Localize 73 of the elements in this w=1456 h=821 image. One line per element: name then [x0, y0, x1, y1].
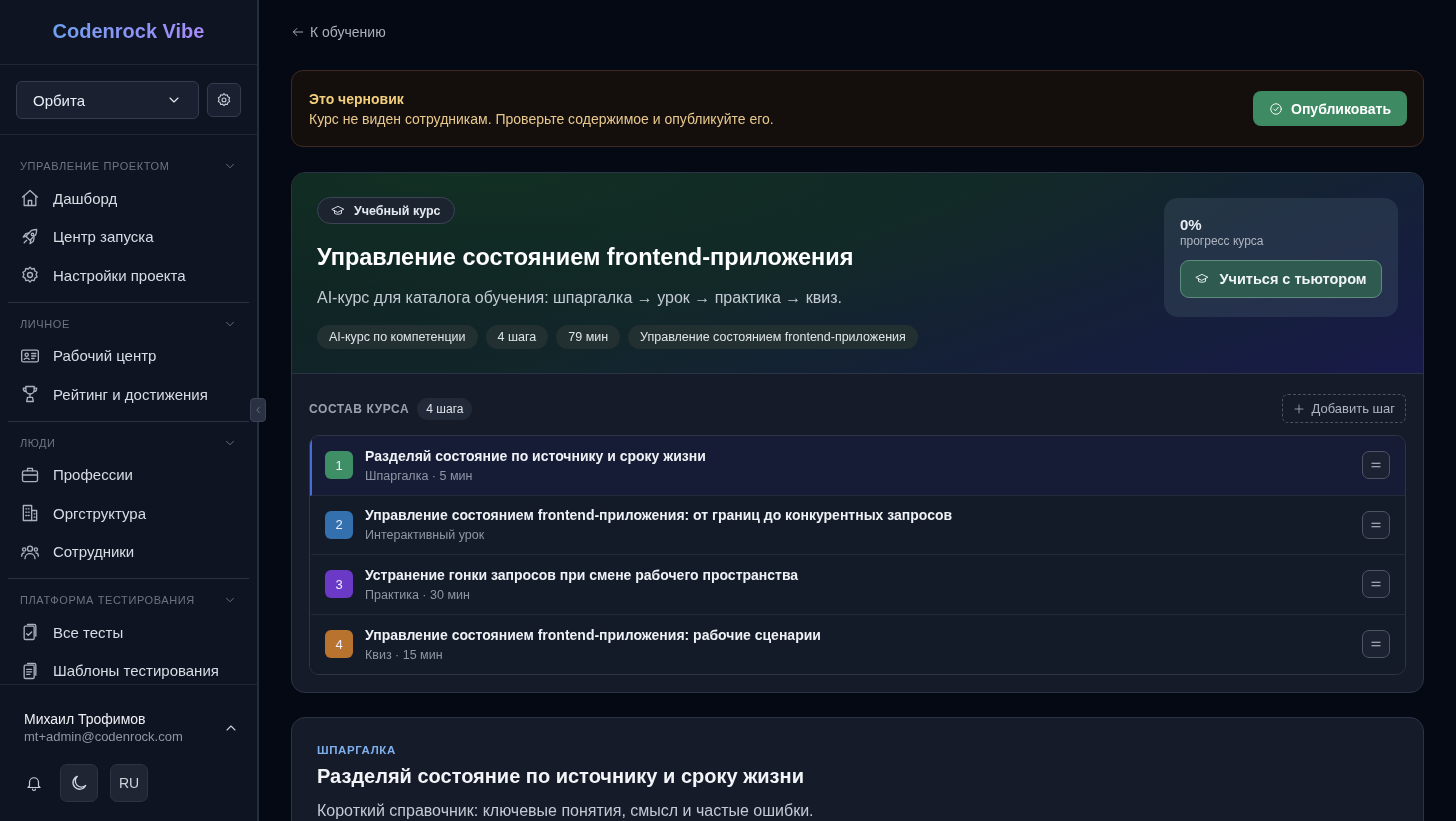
home-icon	[20, 188, 40, 209]
collapse-sidebar-button[interactable]	[250, 398, 266, 422]
nav-item[interactable]: Центр запуска	[8, 217, 249, 256]
step-meta: Практика · 30 мин	[365, 587, 471, 602]
banner-message: Курс не виден сотрудникам. Проверьте содержимое и опубликуйте его.	[309, 110, 774, 127]
course-tag: AI-курс по компетенции	[317, 325, 478, 349]
step-title: Устранение гонки запросов при смене рабочего пространства	[365, 566, 800, 583]
nav-item[interactable]: Все тесты	[8, 613, 249, 652]
progress-label: прогресс курса	[1180, 234, 1265, 248]
reorder-handle[interactable]	[1362, 510, 1390, 539]
section-header[interactable]: ПЛАТФОРМА ТЕСТИРОВАНИЯ	[8, 592, 249, 608]
project-select[interactable]: Орбита	[16, 81, 199, 119]
plus-icon	[1292, 402, 1305, 415]
graduation-cap-icon	[331, 203, 345, 218]
settings-button[interactable]	[207, 83, 241, 117]
step-number: 3	[325, 570, 353, 599]
nav-item[interactable]: Настройки проекта	[8, 256, 249, 295]
gear-icon	[20, 265, 40, 286]
user-email: mt+admin@codenrock.com	[24, 729, 183, 744]
course-tag: Управление состоянием frontend-приложения	[628, 325, 918, 349]
back-link[interactable]: К обучению	[291, 24, 386, 40]
section-header[interactable]: ЛИЧНОЕ	[8, 315, 249, 332]
course-tag: 4 шага	[485, 325, 549, 349]
graduation-cap-icon	[1195, 272, 1210, 286]
nav-item[interactable]: Профессии	[8, 455, 249, 494]
contents-title: СОСТАВ КУРСА	[309, 401, 410, 416]
progress-value: 0%	[1180, 216, 1203, 233]
step-number: 2	[325, 510, 353, 539]
bell-icon	[25, 774, 43, 792]
nav-item[interactable]: Дашборд	[8, 179, 249, 218]
language-button[interactable]: RU	[110, 764, 148, 802]
arrow-left-icon	[291, 25, 305, 39]
section-title: Разделяй состояние по источнику и сроку жизни	[317, 765, 805, 788]
step-meta: Шпаргалка · 5 мин	[365, 468, 474, 483]
section-header[interactable]: УПРАВЛЕНИЕ ПРОЕКТОМ	[8, 158, 249, 174]
step-number: 1	[325, 451, 353, 480]
reorder-handle[interactable]	[1362, 451, 1390, 480]
nav-item[interactable]: Шаблоны тестирования	[8, 651, 249, 684]
nav-item[interactable]: Сотрудники	[8, 532, 249, 571]
nav-item[interactable]: Оргструктура	[8, 494, 249, 533]
section-header[interactable]: ЛЮДИ	[8, 434, 249, 451]
trophy-icon	[20, 384, 40, 405]
nav-item[interactable]: Рейтинг и достижения	[8, 375, 249, 414]
reorder-handle[interactable]	[1362, 570, 1390, 599]
settings-icon	[216, 92, 232, 108]
nav-item[interactable]: Рабочий центр	[8, 336, 249, 375]
course-tag: 79 мин	[556, 325, 621, 349]
step-title: Управление состоянием frontend-приложения: от границ до конкурентных запросов	[365, 507, 954, 524]
course-type-badge: Учебный курс	[317, 197, 455, 224]
moon-icon	[69, 773, 89, 793]
step-meta: Интерактивный урок	[365, 528, 486, 543]
user-name: Михаил Трофимов	[24, 711, 147, 727]
course-description: AI-курс для каталога обучения: шпаргалка → урок → практика → квиз.	[317, 289, 843, 307]
section-label: ШПАРГАЛКА	[317, 744, 397, 756]
course-title: Управление состоянием frontend-приложения	[317, 244, 855, 271]
chevron-left-icon	[253, 405, 263, 415]
step-count-badge: 4 шага	[417, 397, 473, 420]
tutor-button[interactable]: Учиться с тьютором	[1180, 260, 1382, 298]
step-number: 4	[325, 630, 353, 659]
add-step-button[interactable]: Добавить шаг	[1281, 394, 1406, 423]
step-title: Управление состоянием frontend-приложения: рабочие сценарии	[365, 626, 822, 643]
check-circle-icon	[1269, 101, 1283, 116]
building-icon	[20, 503, 40, 524]
step-meta: Квиз · 15 мин	[365, 647, 444, 662]
banner-title: Это черновик	[309, 90, 405, 107]
step-title: Разделяй состояние по источнику и сроку жизни	[365, 447, 707, 464]
user-menu[interactable]: Михаил Трофимов mt+admin@codenrock.com	[24, 711, 241, 744]
publish-button[interactable]: Опубликовать	[1253, 91, 1407, 126]
theme-toggle-button[interactable]	[60, 764, 98, 802]
section-description: Короткий справочник: ключевые понятия, смысл и частые ошибки.	[317, 802, 815, 820]
reorder-handle[interactable]	[1362, 630, 1390, 659]
rocket-icon	[20, 226, 40, 247]
step-row[interactable]: 1 Разделяй состояние по источнику и сроку жизни Шпаргалка · 5 мин	[310, 436, 1405, 496]
